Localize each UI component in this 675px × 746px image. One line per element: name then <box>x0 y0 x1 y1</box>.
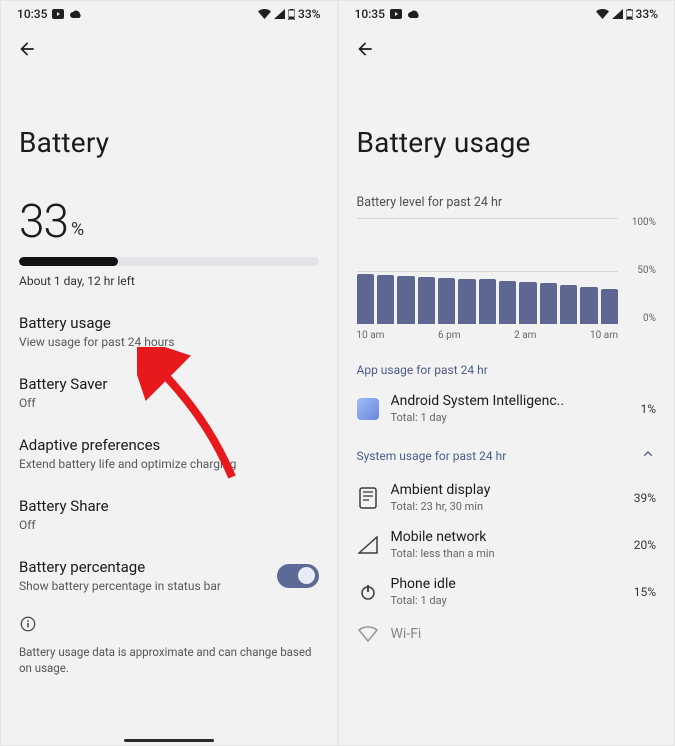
back-button[interactable] <box>17 35 37 66</box>
usage-title: Wi-Fi <box>391 626 657 642</box>
setting-subtitle: View usage for past 24 hours <box>19 335 319 349</box>
chart-bar <box>540 283 557 324</box>
usage-percent: 39% <box>634 491 656 505</box>
usage-subtitle: Total: 23 hr, 30 min <box>391 500 622 513</box>
app-usage-label: App usage for past 24 hr <box>357 363 657 377</box>
system-usage-item[interactable]: Phone idle Total: 1 day 15% <box>357 576 657 607</box>
status-bar: 10:35 33% <box>1 1 337 25</box>
battery-usage-screen: 10:35 33% Battery usage Battery level fo… <box>338 0 675 746</box>
battery-settings-screen: 10:35 33% Battery <box>0 0 338 746</box>
wifi-icon <box>596 9 609 19</box>
chart-bar <box>438 278 455 324</box>
chart-bar <box>397 276 414 324</box>
chart-bar <box>377 275 394 324</box>
arrow-back-icon <box>17 39 37 59</box>
chart-bar <box>519 282 536 324</box>
back-button[interactable] <box>355 35 375 66</box>
nav-pill[interactable] <box>124 739 214 742</box>
chevron-up-icon <box>640 446 656 466</box>
battery-percent-display: 33 % <box>19 195 319 249</box>
system-usage-item[interactable]: Mobile network Total: less than a min 20… <box>357 529 657 560</box>
battery-percent-value: 33 <box>19 195 68 249</box>
chart-bar <box>418 277 435 324</box>
battery-footnote: Battery usage data is approximate and ca… <box>19 645 319 676</box>
system-usage-item[interactable]: Ambient display Total: 23 hr, 30 min 39% <box>357 482 657 513</box>
chart-bar <box>458 279 475 324</box>
page-title: Battery usage <box>357 126 657 159</box>
usage-percent: 15% <box>634 585 656 599</box>
battery-percentage-item[interactable]: Battery percentage Show battery percenta… <box>19 558 319 593</box>
chart-bar <box>357 274 374 324</box>
status-time: 10:35 <box>17 7 47 21</box>
chart-bar <box>479 279 496 324</box>
setting-subtitle: Off <box>19 518 319 532</box>
usage-percent: 20% <box>634 538 656 552</box>
battery-estimate: About 1 day, 12 hr left <box>19 274 319 288</box>
chart-bar <box>601 289 618 324</box>
info-icon <box>19 618 37 637</box>
chart-x-axis: 10 am 6 pm 2 am 10 am <box>357 330 657 341</box>
usage-subtitle: Total: less than a min <box>391 547 622 560</box>
setting-subtitle: Off <box>19 396 319 410</box>
adaptive-preferences-item[interactable]: Adaptive preferences Extend battery life… <box>19 436 319 471</box>
chart-bar <box>499 281 516 324</box>
ambient-display-icon <box>357 487 379 509</box>
usage-title: Android System Intelligenc.. <box>391 393 629 409</box>
chart-subhead: Battery level for past 24 hr <box>357 195 657 210</box>
usage-percent: 1% <box>640 402 656 416</box>
chart-bar <box>560 285 577 324</box>
signal-icon <box>274 9 285 19</box>
app-icon <box>357 398 379 420</box>
battery-usage-item[interactable]: Battery usage View usage for past 24 hou… <box>19 314 319 349</box>
cloud-icon <box>69 10 82 19</box>
wifi-usage-icon <box>357 623 379 645</box>
toggle-knob <box>298 567 315 584</box>
power-icon <box>357 581 379 603</box>
setting-title: Battery percentage <box>19 558 277 576</box>
setting-subtitle: Show battery percentage in status bar <box>19 579 277 593</box>
page-title: Battery <box>19 126 319 159</box>
status-time: 10:35 <box>355 7 385 21</box>
usage-title: Ambient display <box>391 482 622 498</box>
battery-level-chart: 100% 50% 0% 10 am 6 pm 2 am 10 am <box>357 218 657 341</box>
app-usage-item[interactable]: Android System Intelligenc.. Total: 1 da… <box>357 393 657 424</box>
chart-bars <box>357 218 619 324</box>
usage-subtitle: Total: 1 day <box>391 411 629 424</box>
setting-title: Battery Saver <box>19 375 319 393</box>
battery-saver-item[interactable]: Battery Saver Off <box>19 375 319 410</box>
setting-title: Battery Share <box>19 497 319 515</box>
chart-bar <box>580 287 597 324</box>
setting-title: Battery usage <box>19 314 319 332</box>
battery-percentage-toggle[interactable] <box>277 564 319 588</box>
status-bar: 10:35 33% <box>339 1 675 25</box>
system-usage-header[interactable]: System usage for past 24 hr <box>357 446 657 466</box>
status-battery-pct: 33% <box>298 7 320 21</box>
usage-subtitle: Total: 1 day <box>391 594 622 607</box>
youtube-icon <box>52 9 64 19</box>
usage-title: Mobile network <box>391 529 622 545</box>
battery-icon <box>288 9 295 20</box>
battery-icon <box>626 9 633 20</box>
setting-title: Adaptive preferences <box>19 436 319 454</box>
wifi-icon <box>258 9 271 19</box>
usage-title: Phone idle <box>391 576 622 592</box>
cloud-icon <box>407 10 420 19</box>
system-usage-item[interactable]: Wi-Fi <box>357 623 657 645</box>
battery-progress-fill <box>19 257 118 266</box>
youtube-icon <box>390 9 402 19</box>
percent-symbol: % <box>71 219 84 240</box>
setting-subtitle: Extend battery life and optimize chargin… <box>19 457 319 471</box>
signal-triangle-icon <box>357 534 379 556</box>
system-usage-label: System usage for past 24 hr <box>357 449 507 463</box>
signal-icon <box>612 9 623 19</box>
status-battery-pct: 33% <box>636 7 658 21</box>
battery-share-item[interactable]: Battery Share Off <box>19 497 319 532</box>
battery-progress-bar <box>19 257 319 266</box>
chart-y-axis: 100% 50% 0% <box>622 218 656 324</box>
arrow-back-icon <box>355 39 375 59</box>
